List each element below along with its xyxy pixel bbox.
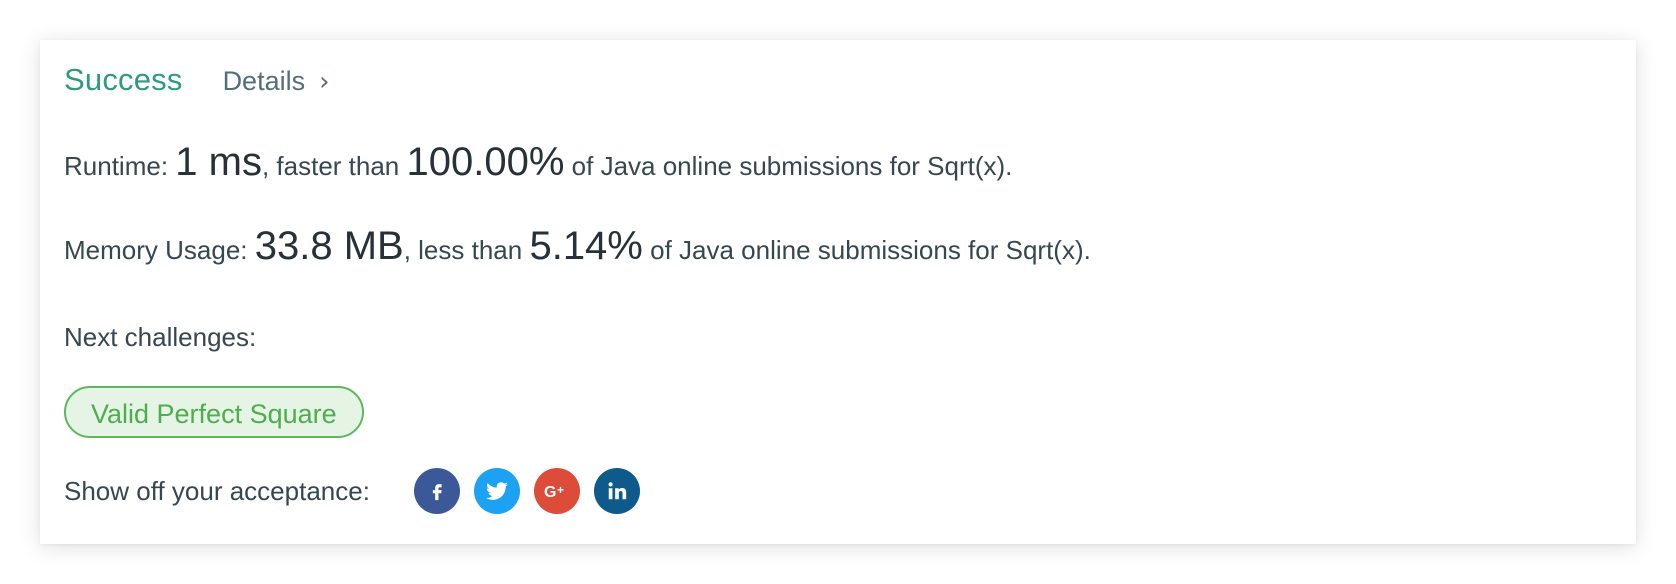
submission-result-card: Success Details › Runtime: 1 ms, faster … (40, 40, 1636, 544)
details-link[interactable]: Details › (223, 66, 330, 97)
details-label: Details (222, 66, 306, 96)
share-row: Show off your acceptance: G + (64, 468, 654, 514)
linkedin-icon (608, 482, 627, 500)
runtime-label: Runtime: (64, 151, 169, 181)
memory-percent: 5.14% (529, 224, 643, 268)
memory-suffix: of Java online submissions for Sqrt(x). (650, 235, 1091, 265)
twitter-icon (486, 482, 508, 500)
chevron-right-icon: › (319, 67, 330, 97)
status-title: Success (64, 62, 183, 97)
google-plus-icon: G + (544, 483, 564, 501)
svg-text:+: + (557, 483, 564, 497)
runtime-percent: 100.00% (406, 140, 565, 184)
memory-comparison: , less than (403, 235, 523, 265)
runtime-comparison: , faster than (261, 151, 400, 181)
facebook-icon (432, 484, 442, 501)
memory-value: 33.8 MB (254, 224, 404, 268)
svg-text:G: G (544, 484, 556, 501)
memory-line: Memory Usage: 33.8 MB, less than 5.14% o… (64, 224, 1091, 269)
runtime-value: 1 ms (175, 140, 262, 184)
facebook-share-button[interactable] (413, 468, 460, 514)
memory-label: Memory Usage: (64, 235, 248, 265)
result-header: Success Details › (64, 62, 330, 98)
challenge-tag-valid-perfect-square[interactable]: Valid Perfect Square (64, 386, 364, 438)
twitter-share-button[interactable] (473, 468, 520, 514)
runtime-suffix: of Java online submissions for Sqrt(x). (571, 151, 1013, 181)
google-plus-share-button[interactable]: G + (533, 468, 580, 514)
next-challenges-label: Next challenges: (64, 322, 257, 352)
runtime-line: Runtime: 1 ms, faster than 100.00% of Ja… (64, 140, 1012, 185)
linkedin-share-button[interactable] (593, 468, 640, 514)
share-label: Show off your acceptance: (64, 475, 370, 506)
